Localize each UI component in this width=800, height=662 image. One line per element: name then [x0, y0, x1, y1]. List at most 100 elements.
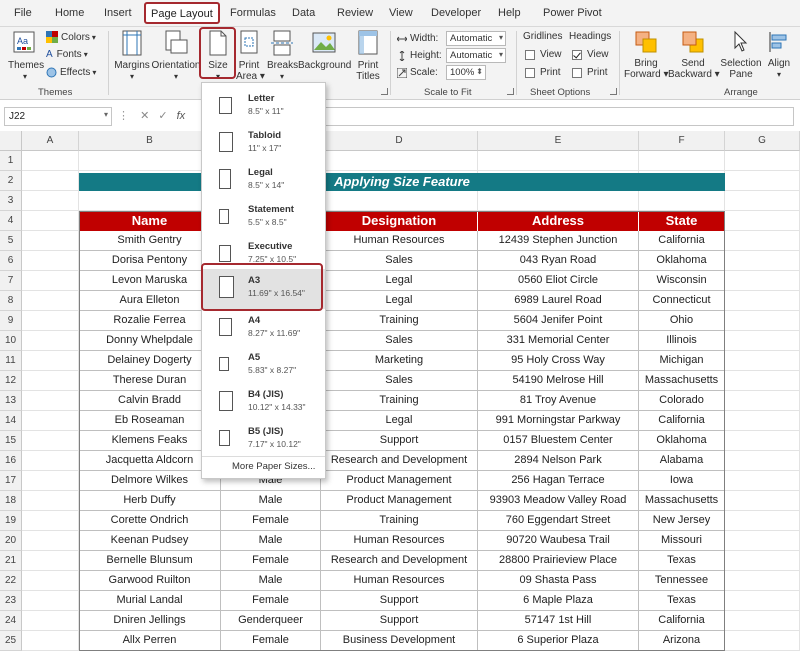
table-cell[interactable]: Murial Landal [79, 591, 221, 611]
table-cell[interactable]: 57147 1st Hill [478, 611, 639, 631]
table-cell[interactable]: 54190 Melrose Hill [478, 371, 639, 391]
tab-view[interactable]: View [389, 7, 413, 19]
tab-developer[interactable]: Developer [431, 7, 481, 19]
row-header-6[interactable]: 6 [0, 251, 22, 271]
selection-pane-button[interactable]: Selection Pane [718, 30, 764, 80]
table-cell[interactable]: Support [321, 431, 478, 451]
table-cell[interactable]: Female [221, 511, 321, 531]
row-header-21[interactable]: 21 [0, 551, 22, 571]
table-cell[interactable]: California [639, 231, 725, 251]
table-cell[interactable]: Arizona [639, 631, 725, 651]
table-cell[interactable]: Research and Development [321, 451, 478, 471]
table-cell[interactable]: Aura Elleton [79, 291, 221, 311]
breaks-button[interactable]: Breaks ▾ [267, 30, 298, 82]
table-cell[interactable]: 2894 Nelson Park [478, 451, 639, 471]
table-cell[interactable]: 93903 Meadow Valley Road [478, 491, 639, 511]
row-header-7[interactable]: 7 [0, 271, 22, 291]
size-option-a3[interactable]: A3 11.69" x 16.54" [202, 269, 325, 309]
size-option-b4-jis[interactable]: B4 (JIS) 10.12" x 14.33" [202, 383, 325, 420]
fonts-button[interactable]: A Fonts ▾ [46, 49, 88, 60]
insert-function-icon[interactable]: fx [177, 110, 186, 122]
size-option-legal[interactable]: Legal 8.5" x 14" [202, 161, 325, 198]
table-cell[interactable]: 81 Troy Avenue [478, 391, 639, 411]
table-cell[interactable]: Therese Duran [79, 371, 221, 391]
table-header-address[interactable]: Address [478, 211, 639, 231]
table-cell[interactable]: Connecticut [639, 291, 725, 311]
tab-formulas[interactable]: Formulas [230, 7, 276, 19]
cancel-icon[interactable]: ✕ [140, 110, 149, 122]
select-all-corner[interactable] [0, 131, 22, 151]
column-header-b[interactable]: B [79, 131, 221, 151]
row-header-12[interactable]: 12 [0, 371, 22, 391]
table-cell[interactable]: California [639, 611, 725, 631]
size-option-a5[interactable]: A5 5.83" x 8.27" [202, 346, 325, 383]
print-titles-button[interactable]: Print Titles [352, 30, 384, 82]
sheet-options-launcher-icon[interactable] [610, 88, 617, 95]
bring-forward-button[interactable]: Bring Forward ▾ [624, 30, 669, 80]
table-cell[interactable]: Male [221, 531, 321, 551]
gridlines-print-checkbox[interactable]: Print [525, 67, 561, 78]
table-cell[interactable]: Iowa [639, 471, 725, 491]
table-cell[interactable]: Human Resources [321, 571, 478, 591]
table-cell[interactable]: Support [321, 611, 478, 631]
table-cell[interactable]: Calvin Bradd [79, 391, 221, 411]
table-cell[interactable]: 760 Eggendart Street [478, 511, 639, 531]
table-cell[interactable]: Support [321, 591, 478, 611]
table-cell[interactable]: Massachusetts [639, 371, 725, 391]
table-cell[interactable]: 5604 Jenifer Point [478, 311, 639, 331]
table-cell[interactable]: 28800 Prairieview Place [478, 551, 639, 571]
table-cell[interactable]: Training [321, 311, 478, 331]
tab-home[interactable]: Home [55, 7, 84, 19]
table-cell[interactable]: Michigan [639, 351, 725, 371]
table-cell[interactable]: Corette Ondrich [79, 511, 221, 531]
table-cell[interactable]: Colorado [639, 391, 725, 411]
row-header-4[interactable]: 4 [0, 211, 22, 231]
tab-file[interactable]: File [14, 7, 32, 19]
table-cell[interactable]: Delmore Wilkes [79, 471, 221, 491]
size-option-statement[interactable]: Statement 5.5" x 8.5" [202, 198, 325, 235]
row-header-15[interactable]: 15 [0, 431, 22, 451]
table-cell[interactable]: Product Management [321, 491, 478, 511]
table-cell[interactable]: Keenan Pudsey [79, 531, 221, 551]
table-cell[interactable]: 331 Memorial Center [478, 331, 639, 351]
colors-button[interactable]: Colors ▾ [46, 31, 96, 43]
row-header-19[interactable]: 19 [0, 511, 22, 531]
table-header-designation[interactable]: Designation [321, 211, 478, 231]
width-select[interactable]: Automatic ▾ [446, 31, 506, 46]
table-cell[interactable]: Oklahoma [639, 251, 725, 271]
table-cell[interactable]: California [639, 411, 725, 431]
table-cell[interactable]: Klemens Feaks [79, 431, 221, 451]
tab-insert[interactable]: Insert [104, 7, 132, 19]
row-header-20[interactable]: 20 [0, 531, 22, 551]
table-header-name[interactable]: Name [79, 211, 221, 231]
themes-button[interactable]: Aa Themes ▾ [8, 30, 44, 82]
column-header-d[interactable]: D [321, 131, 478, 151]
table-cell[interactable]: 90720 Waubesa Trail [478, 531, 639, 551]
table-cell[interactable]: Legal [321, 271, 478, 291]
table-cell[interactable]: Legal [321, 411, 478, 431]
table-cell[interactable]: Marketing [321, 351, 478, 371]
column-header-e[interactable]: E [478, 131, 639, 151]
more-paper-sizes-item[interactable]: More Paper Sizes... [232, 461, 315, 472]
tab-data[interactable]: Data [292, 7, 315, 19]
table-cell[interactable]: 6 Superior Plaza [478, 631, 639, 651]
table-cell[interactable]: Texas [639, 591, 725, 611]
table-cell[interactable]: Wisconsin [639, 271, 725, 291]
height-select[interactable]: Automatic ▾ [446, 48, 506, 63]
row-header-3[interactable]: 3 [0, 191, 22, 211]
table-cell[interactable]: Female [221, 551, 321, 571]
check-icon[interactable]: ✓ [158, 110, 167, 122]
send-backward-button[interactable]: Send Backward ▾ [668, 30, 720, 80]
row-header-14[interactable]: 14 [0, 411, 22, 431]
row-header-22[interactable]: 22 [0, 571, 22, 591]
table-cell[interactable]: Male [221, 571, 321, 591]
effects-button[interactable]: Effects ▾ [46, 67, 96, 78]
table-cell[interactable]: Training [321, 391, 478, 411]
table-cell[interactable]: Human Resources [321, 231, 478, 251]
size-option-executive[interactable]: Executive 7.25" x 10.5" [202, 235, 325, 272]
table-cell[interactable]: Tennessee [639, 571, 725, 591]
background-button[interactable]: Background [298, 30, 351, 71]
name-box[interactable]: J22 ▾ [4, 107, 112, 126]
table-cell[interactable]: Smith Gentry [79, 231, 221, 251]
tab-help[interactable]: Help [498, 7, 521, 19]
